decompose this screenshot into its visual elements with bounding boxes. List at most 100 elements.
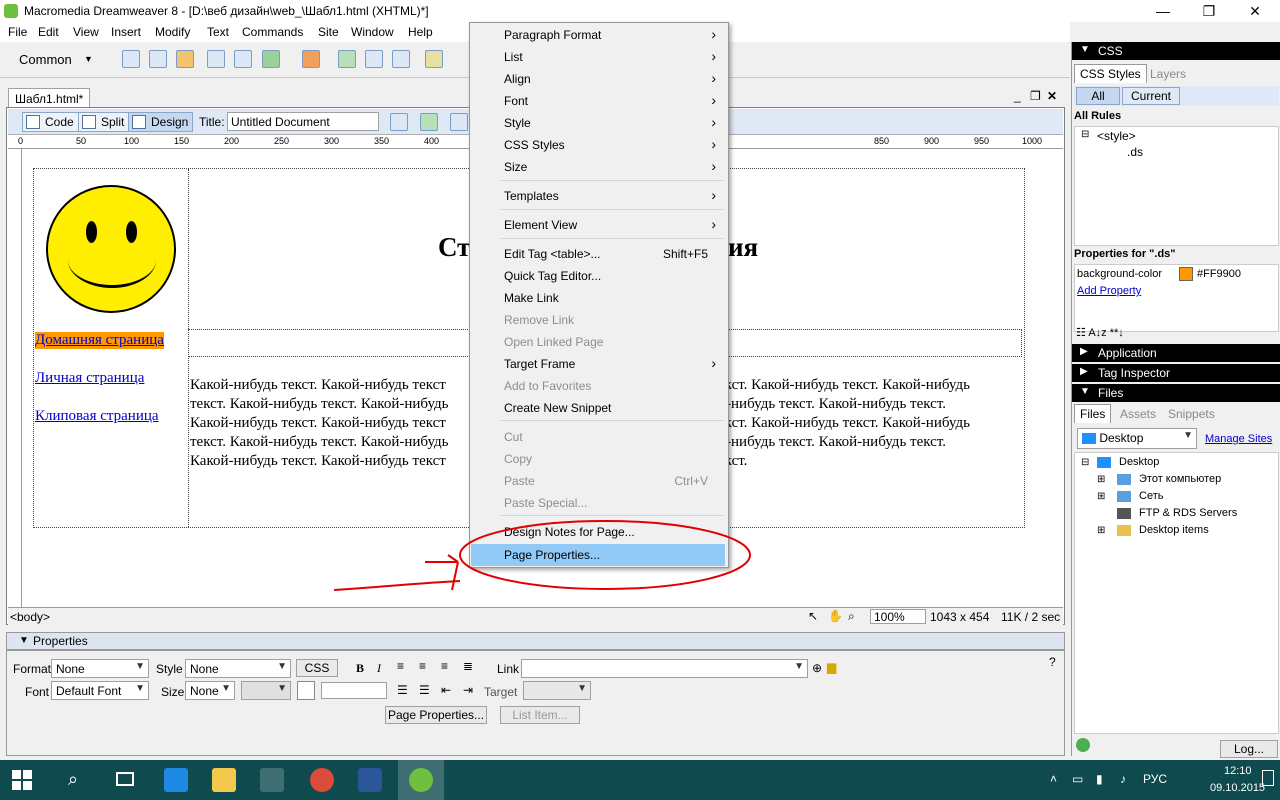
close-button[interactable]: ✕ [1232, 0, 1278, 22]
nav-link-home[interactable]: Домашняя страница [35, 332, 164, 349]
text-color-swatch[interactable] [297, 681, 315, 700]
image-icon[interactable] [262, 50, 280, 68]
context-menu-item-css-styles[interactable]: CSS Styles › [472, 135, 726, 157]
browse-folder-icon[interactable]: ▆ [827, 660, 836, 674]
chrome-icon[interactable] [310, 768, 334, 792]
tab-layers[interactable]: Layers [1150, 67, 1186, 81]
tab-css-styles[interactable]: CSS Styles [1074, 64, 1147, 83]
tree-expand-icon[interactable]: ⊞ [1097, 491, 1105, 502]
zoom-select[interactable]: 100% [870, 609, 926, 624]
email-link-icon[interactable] [149, 50, 167, 68]
indent-icon[interactable]: ⇥ [463, 683, 473, 697]
nav-link-personal[interactable]: Личная страница [35, 370, 144, 387]
context-menu-item-target-frame[interactable]: Target Frame › [472, 354, 726, 376]
rule-ds[interactable]: .ds [1127, 145, 1143, 159]
property-value[interactable]: #FF9900 [1197, 268, 1241, 280]
manage-sites-link[interactable]: Manage Sites [1205, 433, 1272, 445]
chevron-down-icon[interactable]: ▼ [84, 54, 93, 64]
comment-icon[interactable] [365, 50, 383, 68]
network-tray-icon[interactable]: ▭ [1072, 772, 1083, 786]
unordered-list-icon[interactable]: ☰ [397, 683, 408, 697]
format-select[interactable]: None ▼ [51, 659, 149, 678]
hand-tool-icon[interactable]: ✋ [828, 609, 843, 623]
menu-insert[interactable]: Insert [111, 25, 141, 39]
page-properties-button[interactable]: Page Properties... [385, 706, 487, 724]
menu-window[interactable]: Window [351, 25, 394, 39]
menu-help[interactable]: Help [408, 25, 433, 39]
store-icon[interactable] [260, 768, 284, 792]
context-menu-item-paragraph-format[interactable]: Paragraph Format › [472, 25, 726, 47]
dreamweaver-taskbar-button[interactable] [398, 760, 444, 800]
add-property-link[interactable]: Add Property [1077, 285, 1141, 297]
size-select[interactable]: None ▼ [185, 681, 235, 700]
rule-style-tag[interactable]: <style> [1097, 129, 1136, 143]
application-panel-header[interactable]: ▶ Application [1072, 344, 1280, 362]
help-icon[interactable]: ? [1049, 655, 1056, 669]
tree-item-network[interactable]: Сеть [1139, 490, 1163, 502]
justify-icon[interactable]: ≣ [463, 659, 473, 673]
tree-expand-icon[interactable]: ⊞ [1097, 525, 1105, 536]
menu-commands[interactable]: Commands [242, 25, 303, 39]
current-mode-button[interactable]: Current [1122, 87, 1180, 105]
clock-date[interactable]: 09.10.2015 [1210, 782, 1265, 794]
align-center-icon[interactable]: ≡ [419, 659, 426, 673]
notifications-icon[interactable] [1262, 770, 1274, 786]
split-view-button[interactable]: Split [78, 112, 130, 132]
battery-icon[interactable]: ▮ [1096, 772, 1103, 786]
italic-button[interactable]: I [377, 661, 381, 676]
context-menu-item-create-new-snippet[interactable]: Create New Snippet [472, 398, 726, 420]
font-select[interactable]: Default Font ▼ [51, 681, 149, 700]
tree-item-desktop[interactable]: Desktop [1119, 456, 1159, 468]
language-indicator[interactable]: РУС [1143, 772, 1167, 786]
insert-category-select[interactable]: Common [19, 52, 72, 67]
context-menu-item-templates[interactable]: Templates › [472, 186, 726, 208]
tab-files[interactable]: Files [1074, 404, 1112, 423]
menu-site[interactable]: Site [318, 25, 339, 39]
smiley-image[interactable] [46, 185, 176, 313]
clock-time[interactable]: 12:10 [1224, 765, 1252, 777]
word-icon[interactable] [358, 768, 382, 792]
tree-expand-icon[interactable]: ⊞ [1097, 474, 1105, 485]
context-menu-item-align[interactable]: Align › [472, 69, 726, 91]
css-panel-header[interactable]: ▼ CSS [1072, 42, 1280, 60]
list-view-icon[interactable]: A↓z [1088, 327, 1106, 339]
context-menu-item-list[interactable]: List › [472, 47, 726, 69]
color-swatch[interactable] [1179, 267, 1193, 281]
layer-icon[interactable] [234, 50, 252, 68]
link-input[interactable]: ▼ [521, 659, 808, 678]
tree-item-desktop-items[interactable]: Desktop items [1139, 524, 1209, 536]
context-menu-item-make-link[interactable]: Make Link [472, 288, 726, 310]
text-color-input[interactable] [321, 682, 387, 699]
align-left-icon[interactable]: ≡ [397, 659, 404, 673]
minimize-button[interactable]: — [1140, 0, 1186, 22]
menu-view[interactable]: View [73, 25, 99, 39]
outdent-icon[interactable]: ⇤ [441, 683, 451, 697]
context-menu-item-size[interactable]: Size › [472, 157, 726, 179]
doc-close-icon[interactable]: ✕ [1047, 89, 1057, 103]
named-anchor-icon[interactable] [176, 50, 194, 68]
menu-text[interactable]: Text [207, 25, 229, 39]
style-select[interactable]: None ▼ [185, 659, 291, 678]
preview-icon[interactable] [450, 113, 468, 131]
file-explorer-icon[interactable] [212, 768, 236, 792]
tag-inspector-panel-header[interactable]: ▶ Tag Inspector [1072, 364, 1280, 382]
table-icon[interactable] [207, 50, 225, 68]
date-icon[interactable] [338, 50, 356, 68]
bold-button[interactable]: B [356, 661, 364, 676]
tab-assets[interactable]: Assets [1120, 407, 1156, 421]
site-select[interactable]: Desktop ▼ [1077, 428, 1197, 449]
search-icon[interactable]: ⌕ [68, 769, 78, 790]
menu-edit[interactable]: Edit [38, 25, 59, 39]
start-button[interactable] [12, 770, 32, 790]
hyperlink-icon[interactable] [122, 50, 140, 68]
property-name[interactable]: background-color [1077, 268, 1162, 280]
maximize-button[interactable]: ❐ [1186, 0, 1232, 22]
volume-icon[interactable]: ♪ [1120, 772, 1126, 786]
context-menu-item-element-view[interactable]: Element View › [472, 215, 726, 237]
tree-item-computer[interactable]: Этот компьютер [1139, 473, 1221, 485]
all-mode-button[interactable]: All [1076, 87, 1120, 105]
files-panel-header[interactable]: ▼ Files [1072, 384, 1280, 402]
context-menu-item-edit-tag-table[interactable]: Edit Tag <table>... Shift+F5 [472, 244, 726, 266]
nav-link-clips[interactable]: Клиповая страница [35, 408, 159, 425]
tab-snippets[interactable]: Snippets [1168, 407, 1215, 421]
